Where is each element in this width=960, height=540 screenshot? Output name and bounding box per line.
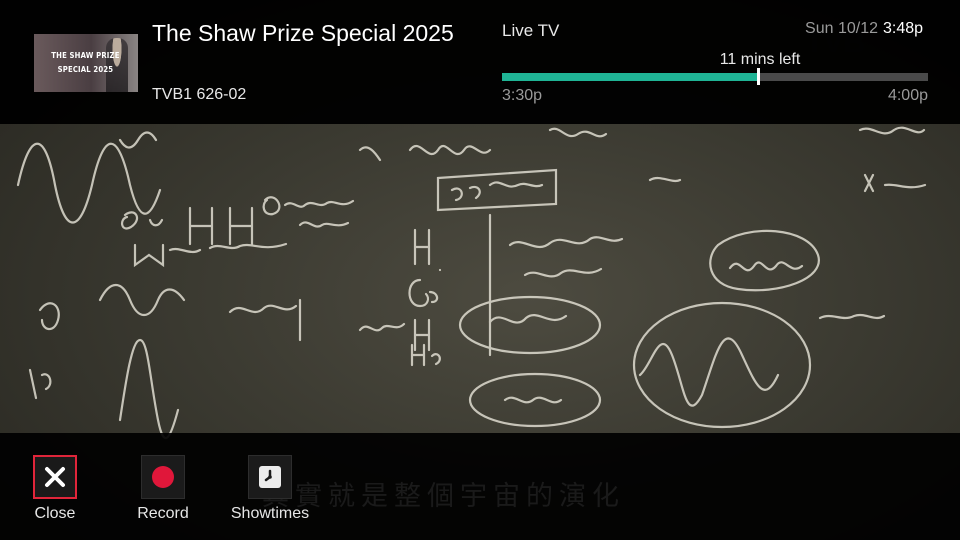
program-title: The Shaw Prize Special 2025 bbox=[152, 20, 454, 46]
record-label: Record bbox=[137, 505, 189, 522]
close-button[interactable] bbox=[33, 455, 77, 499]
showtimes-button[interactable] bbox=[248, 455, 292, 499]
showtimes-label: Showtimes bbox=[230, 505, 310, 522]
program-thumbnail: THE SHAW PRIZE SPECIAL 2025 bbox=[34, 34, 138, 92]
close-icon bbox=[45, 467, 65, 487]
close-label: Close bbox=[34, 505, 76, 522]
program-start-time: 3:30p bbox=[502, 87, 543, 104]
record-button[interactable] bbox=[141, 455, 185, 499]
clock-icon bbox=[259, 466, 281, 488]
thumbnail-title-line1: THE SHAW PRIZE bbox=[51, 51, 120, 60]
showtimes-action[interactable]: Showtimes bbox=[220, 455, 320, 523]
close-action[interactable]: Close bbox=[5, 455, 105, 523]
program-end-time: 4:00p bbox=[887, 87, 928, 104]
current-time: 3:48p bbox=[883, 20, 924, 37]
thumbnail-title-line2: SPECIAL 2025 bbox=[57, 65, 114, 74]
record-icon bbox=[152, 466, 174, 488]
time-remaining-label: 11 mins left bbox=[719, 51, 801, 68]
progress-playhead bbox=[756, 68, 760, 85]
program-progress-bar bbox=[502, 73, 928, 81]
source-label: Live TV bbox=[502, 21, 560, 40]
channel-label: TVB1 626-02 bbox=[152, 86, 247, 103]
program-info-bar: THE SHAW PRIZE SPECIAL 2025 The Shaw Pri… bbox=[0, 0, 960, 124]
current-date: Sun 10/12 bbox=[805, 20, 878, 37]
progress-fill bbox=[502, 73, 758, 81]
record-action[interactable]: Record bbox=[113, 455, 213, 523]
